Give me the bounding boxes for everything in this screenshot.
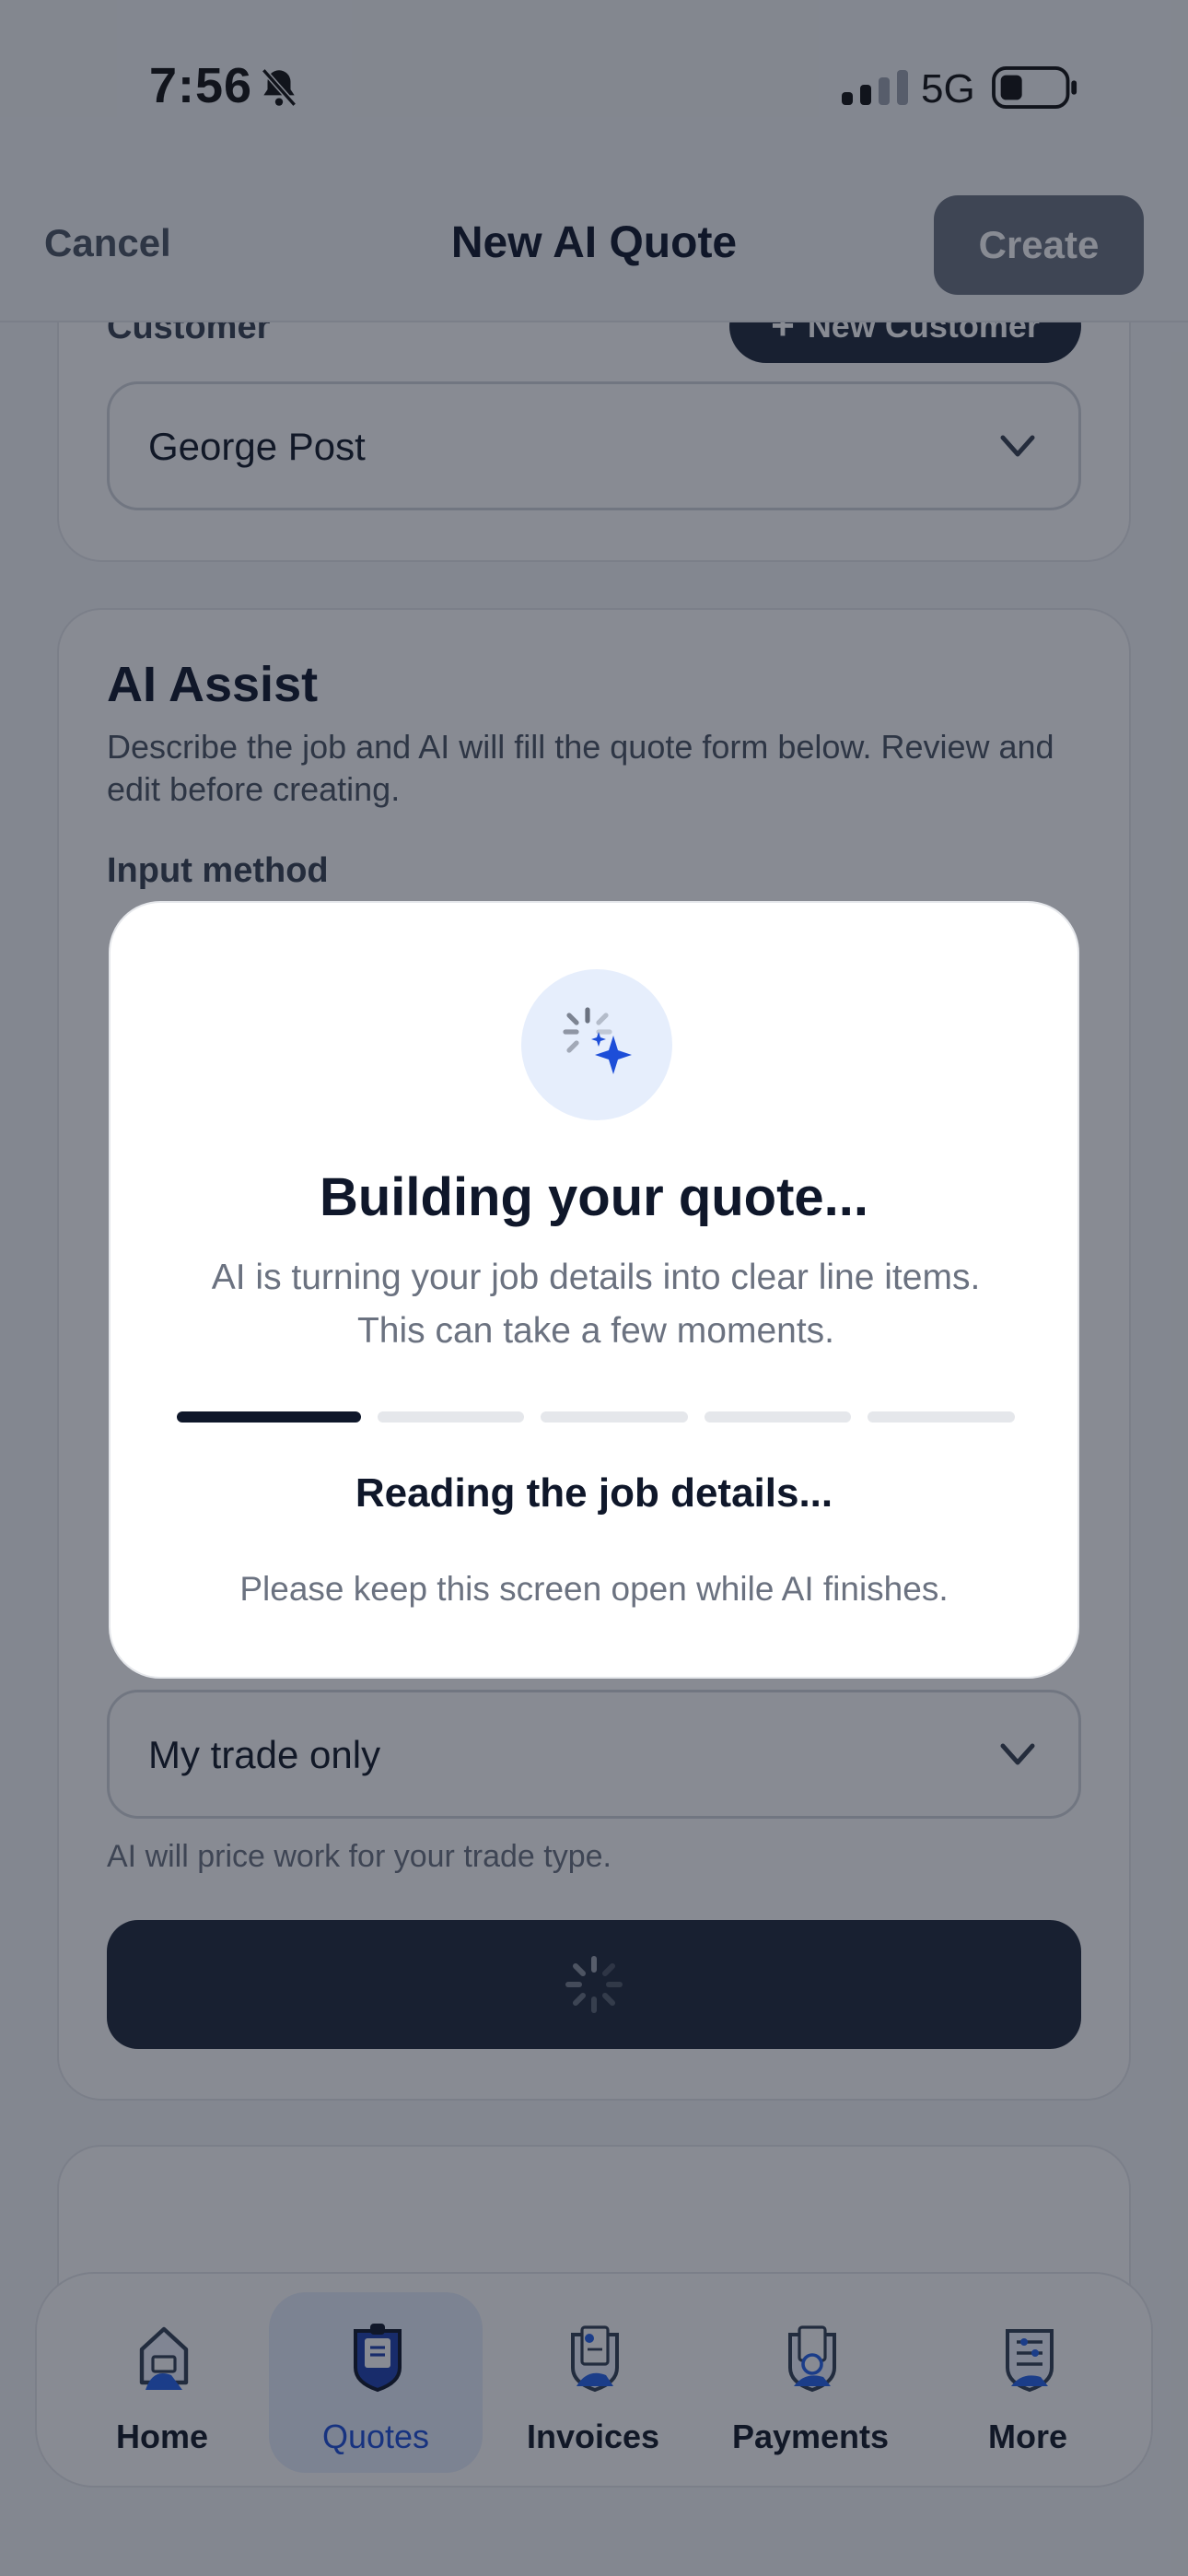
progress-segment [377, 1411, 525, 1423]
ai-loading-badge [521, 969, 672, 1120]
progress-segment [177, 1411, 361, 1423]
building-quote-modal: Building your quote... AI is turning you… [109, 901, 1079, 1679]
progress-segment [704, 1411, 852, 1423]
modal-title: Building your quote... [319, 1167, 869, 1227]
modal-body: AI is turning your job details into clea… [211, 1258, 981, 1351]
current-step: Reading the job details... [355, 1470, 833, 1516]
progress-segment [541, 1411, 688, 1423]
progress-segment [868, 1411, 1016, 1423]
sparkle-spinner-icon [563, 1007, 632, 1074]
progress-steps [177, 1411, 1016, 1423]
modal-note: Please keep this screen open while AI fi… [239, 1570, 949, 1608]
